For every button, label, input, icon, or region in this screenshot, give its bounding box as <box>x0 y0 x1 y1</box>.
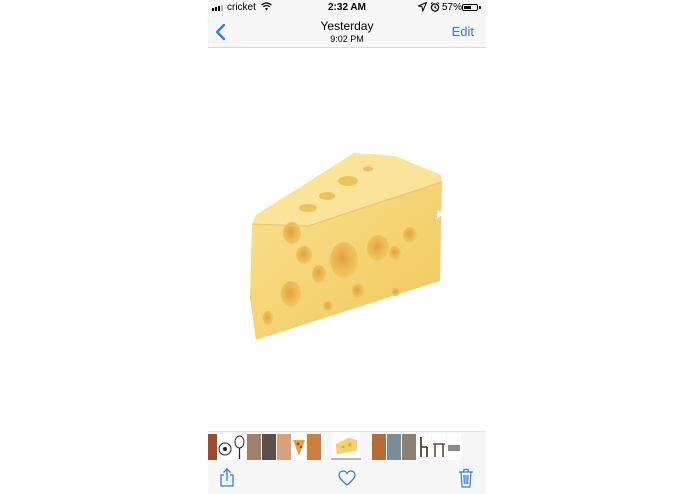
status-bar: cricket 2:32 AM 57% <box>208 0 486 16</box>
thumbnail-table[interactable] <box>432 434 446 460</box>
page-title: Yesterday <box>320 19 374 33</box>
thumbnail-pizza[interactable] <box>292 434 306 460</box>
photo-viewer-screen: cricket 2:32 AM 57% Yesterday 9:02 PM Ed… <box>208 0 486 494</box>
battery-cap <box>479 6 481 9</box>
thumbnail-animal[interactable] <box>402 434 416 460</box>
thumbnail-strip[interactable] <box>208 431 486 462</box>
thumbnail-cheese-selected[interactable] <box>331 432 361 460</box>
share-icon[interactable] <box>219 468 235 488</box>
edit-button[interactable]: Edit <box>452 24 474 39</box>
thumbnail-sandwich[interactable] <box>307 434 321 460</box>
thumbnail-photo-brown[interactable] <box>247 434 261 460</box>
bottom-toolbar <box>208 462 486 494</box>
heart-icon[interactable] <box>338 470 356 486</box>
photo-cheese-wedge[interactable] <box>208 48 486 431</box>
thumbnail-furniture[interactable] <box>447 434 461 460</box>
thumbnail-landscape[interactable] <box>387 434 401 460</box>
thumbnail-soccer-ball[interactable] <box>218 434 232 460</box>
thumbnail-cat[interactable] <box>262 434 276 460</box>
battery-icon <box>462 4 478 11</box>
thumbnail-burger[interactable] <box>372 434 386 460</box>
battery-percentage: 57% <box>442 2 463 13</box>
trash-icon[interactable] <box>458 468 474 488</box>
thumbnail-tennis-racket[interactable] <box>233 434 246 460</box>
thumbnail-hamster[interactable] <box>277 434 291 460</box>
navigation-bar: Yesterday 9:02 PM Edit <box>208 16 486 48</box>
location-arrow-icon <box>418 2 427 12</box>
page-subtitle: 9:02 PM <box>330 34 364 44</box>
alarm-icon <box>430 2 440 12</box>
thumbnail-wood[interactable] <box>208 434 217 460</box>
thumbnail-chair[interactable] <box>417 434 431 460</box>
